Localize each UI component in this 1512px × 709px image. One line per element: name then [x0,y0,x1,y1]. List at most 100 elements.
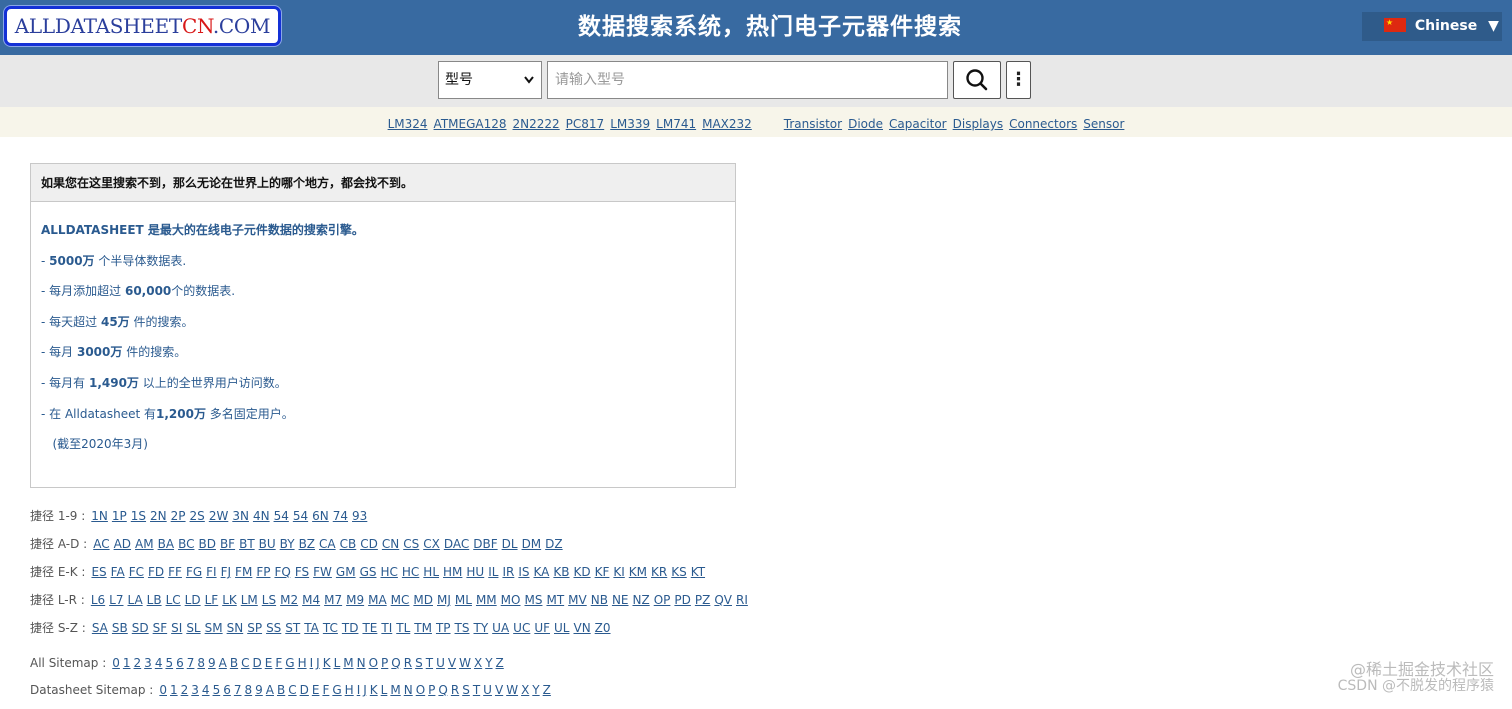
shortcut-row-link[interactable]: UA [492,621,509,635]
shortcut-row-link[interactable]: IR [502,565,514,579]
sitemap-row-link[interactable]: X [474,656,482,670]
shortcut-row-link[interactable]: 2P [171,509,186,523]
sitemap-row-link[interactable]: B [230,656,238,670]
shortcut-row-link[interactable]: 3N [232,509,249,523]
sitemap-row-link[interactable]: D [300,683,309,697]
shortcut-row-link[interactable]: KM [629,565,647,579]
shortcut-row-link[interactable]: IS [518,565,529,579]
sitemap-row-link[interactable]: S [462,683,470,697]
shortcut-row-link[interactable]: M9 [346,593,364,607]
shortcut-row-link[interactable]: SF [153,621,168,635]
shortcut-row-link[interactable]: NZ [633,593,650,607]
sitemap-row-link[interactable]: N [404,683,413,697]
shortcut-row-link[interactable]: LK [222,593,237,607]
shortcut-row-link[interactable]: TL [396,621,410,635]
sitemap-row-link[interactable]: Z [543,683,551,697]
shortcut-row-link[interactable]: TM [414,621,432,635]
quick-link-part[interactable]: LM339 [610,117,650,131]
sitemap-row-link[interactable]: 3 [191,683,199,697]
sitemap-row-link[interactable]: D [253,656,262,670]
sitemap-row-link[interactable]: H [298,656,307,670]
shortcut-row-link[interactable]: TS [455,621,470,635]
sitemap-row-link[interactable]: 6 [176,656,184,670]
shortcut-row-link[interactable]: TC [323,621,338,635]
shortcut-row-link[interactable]: UC [513,621,530,635]
shortcut-row-link[interactable]: DAC [444,537,469,551]
shortcut-row-link[interactable]: SD [132,621,149,635]
shortcut-row-link[interactable]: 6N [312,509,329,523]
sitemap-row-link[interactable]: 4 [202,683,210,697]
shortcut-row-link[interactable]: SM [205,621,223,635]
sitemap-row-link[interactable]: P [428,683,435,697]
shortcut-row-link[interactable]: PD [674,593,690,607]
shortcut-row-link[interactable]: AM [135,537,154,551]
sitemap-row-link[interactable]: Q [438,683,447,697]
quick-link-part[interactable]: LM741 [656,117,696,131]
shortcut-row-link[interactable]: FF [168,565,182,579]
sitemap-row-link[interactable]: N [357,656,366,670]
shortcut-row-link[interactable]: LS [262,593,276,607]
quick-link-category[interactable]: Capacitor [889,117,947,131]
shortcut-row-link[interactable]: BY [280,537,295,551]
quick-link-category[interactable]: Diode [848,117,883,131]
sitemap-row-link[interactable]: C [241,656,249,670]
sitemap-row-link[interactable]: 0 [112,656,120,670]
sitemap-row-link[interactable]: W [506,683,518,697]
shortcut-row-link[interactable]: PZ [695,593,710,607]
sitemap-row-link[interactable]: E [312,683,320,697]
shortcut-row-link[interactable]: 1N [91,509,108,523]
sitemap-row-link[interactable]: F [322,683,329,697]
shortcut-row-link[interactable]: AC [93,537,109,551]
sitemap-row-link[interactable]: 3 [144,656,152,670]
shortcut-row-link[interactable]: LD [185,593,201,607]
shortcut-row-link[interactable]: FI [206,565,216,579]
quick-link-category[interactable]: Sensor [1083,117,1124,131]
sitemap-row-link[interactable]: K [323,656,331,670]
sitemap-row-link[interactable]: Y [485,656,492,670]
sitemap-row-link[interactable]: L [334,656,341,670]
shortcut-row-link[interactable]: BZ [299,537,315,551]
shortcut-row-link[interactable]: HU [466,565,484,579]
quick-link-category[interactable]: Displays [953,117,1003,131]
shortcut-row-link[interactable]: 4N [253,509,270,523]
shortcut-row-link[interactable]: SB [112,621,128,635]
sitemap-row-link[interactable]: H [345,683,354,697]
shortcut-row-link[interactable]: FW [313,565,332,579]
sitemap-row-link[interactable]: Q [391,656,400,670]
sitemap-row-link[interactable]: 7 [187,656,195,670]
sitemap-row-link[interactable]: M [343,656,353,670]
shortcut-row-link[interactable]: TP [436,621,451,635]
sitemap-row-link[interactable]: K [370,683,378,697]
shortcut-row-link[interactable]: FP [256,565,270,579]
sitemap-row-link[interactable]: I [310,656,314,670]
sitemap-row-link[interactable]: 9 [208,656,216,670]
search-button[interactable] [953,61,1001,99]
shortcut-row-link[interactable]: TA [304,621,319,635]
shortcut-row-link[interactable]: ML [455,593,472,607]
sitemap-row-link[interactable]: T [426,656,433,670]
shortcut-row-link[interactable]: BA [158,537,174,551]
shortcut-row-link[interactable]: SS [266,621,281,635]
sitemap-row-link[interactable]: X [521,683,529,697]
shortcut-row-link[interactable]: FJ [221,565,231,579]
shortcut-row-link[interactable]: UF [534,621,550,635]
shortcut-row-link[interactable]: ST [285,621,300,635]
shortcut-row-link[interactable]: HC [380,565,397,579]
more-options-button[interactable]: ⋮ [1006,61,1031,99]
sitemap-row-link[interactable]: P [381,656,388,670]
shortcut-row-link[interactable]: KD [573,565,590,579]
shortcut-row-link[interactable]: MS [524,593,542,607]
shortcut-row-link[interactable]: ES [91,565,106,579]
shortcut-row-link[interactable]: TI [381,621,392,635]
shortcut-row-link[interactable]: KR [651,565,667,579]
sitemap-row-link[interactable]: A [266,683,274,697]
shortcut-row-link[interactable]: HL [423,565,439,579]
shortcut-row-link[interactable]: MT [546,593,564,607]
sitemap-row-link[interactable]: 6 [223,683,231,697]
shortcut-row-link[interactable]: FQ [274,565,290,579]
shortcut-row-link[interactable]: SI [171,621,182,635]
shortcut-row-link[interactable]: 1P [112,509,127,523]
shortcut-row-link[interactable]: M7 [324,593,342,607]
quick-link-part[interactable]: PC817 [566,117,605,131]
shortcut-row-link[interactable]: OP [654,593,671,607]
